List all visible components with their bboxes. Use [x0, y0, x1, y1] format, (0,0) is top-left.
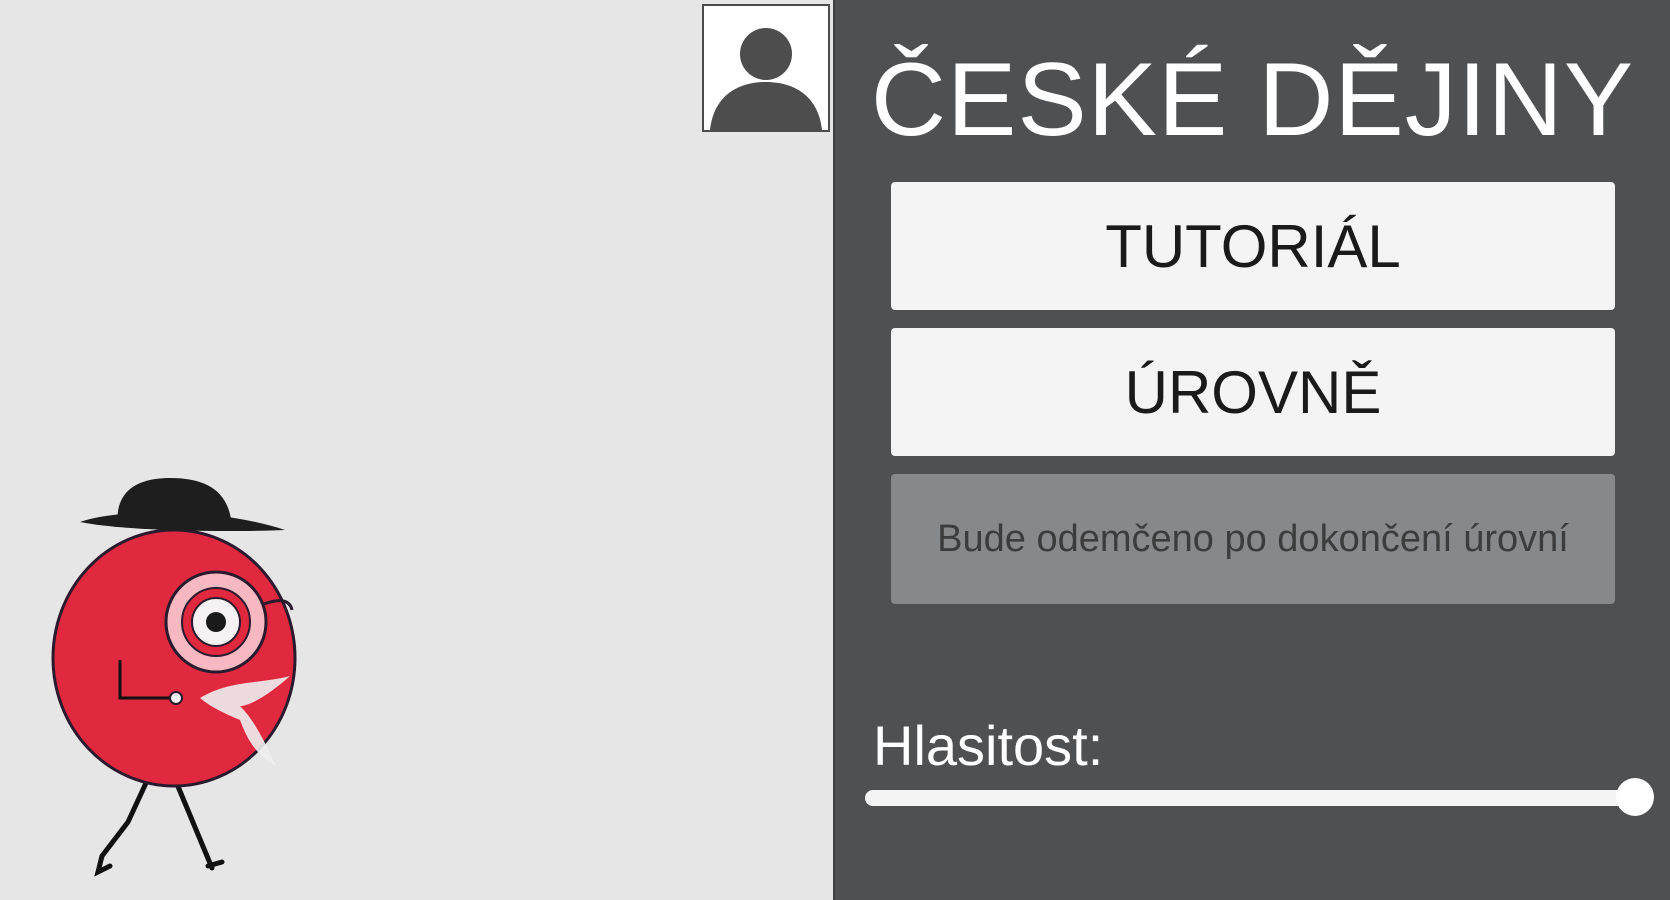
- detective-egg-character: [51, 478, 297, 877]
- volume-label: Hlasitost:: [873, 714, 1104, 777]
- game-screen: ČESKÉ DĚJINY TUTORIÁL ÚROVNĚ Bude odemče…: [0, 0, 1670, 900]
- levels-button[interactable]: ÚROVNĚ: [891, 328, 1615, 456]
- user-silhouette-icon: [704, 6, 828, 130]
- scene-area: [0, 0, 835, 900]
- volume-slider[interactable]: [865, 778, 1654, 818]
- tutorial-button[interactable]: TUTORIÁL: [891, 182, 1615, 310]
- volume-slider-handle[interactable]: [1616, 778, 1654, 816]
- player-avatar[interactable]: [702, 4, 830, 132]
- main-menu-panel: ČESKÉ DĚJINY TUTORIÁL ÚROVNĚ Bude odemče…: [835, 0, 1670, 900]
- volume-slider-fill: [865, 790, 1635, 806]
- game-title: ČESKÉ DĚJINY: [870, 42, 1635, 158]
- locked-mode-button: Bude odemčeno po dokončení úrovní: [891, 474, 1615, 604]
